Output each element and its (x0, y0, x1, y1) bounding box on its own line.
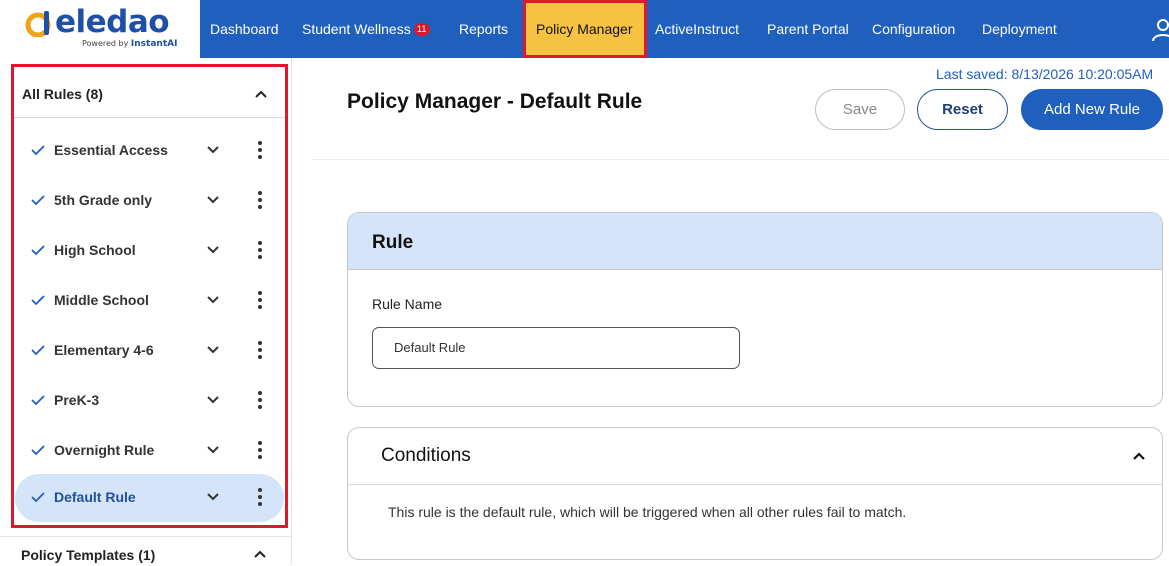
top-bar: eledao Powered by InstantAI Dashboard St… (0, 0, 1169, 58)
check-icon (31, 345, 45, 356)
save-button[interactable]: Save (815, 89, 905, 130)
rule-item-elementary-4-6[interactable]: Elementary 4-6 (14, 327, 285, 375)
all-rules-header[interactable]: All Rules (8) (14, 67, 285, 118)
brand-logo[interactable]: eledao Powered by InstantAI (0, 0, 200, 58)
rule-item-prek-3[interactable]: PreK-3 (14, 377, 285, 425)
chevron-down-icon[interactable] (206, 245, 220, 255)
check-icon (31, 492, 45, 503)
chevron-up-icon[interactable] (253, 549, 267, 559)
rule-name-input[interactable]: Default Rule (372, 327, 740, 369)
rule-item-middle-school[interactable]: Middle School (14, 277, 285, 325)
kebab-menu-icon[interactable] (258, 488, 262, 506)
main-nav: Dashboard Student Wellness 11 Reports Pol… (200, 0, 1169, 58)
check-icon (31, 295, 45, 306)
chevron-down-icon[interactable] (206, 145, 220, 155)
policy-templates-header[interactable]: Policy Templates (1) (0, 536, 292, 566)
rule-label: Middle School (54, 292, 149, 308)
rule-label: Default Rule (54, 489, 136, 505)
kebab-menu-icon[interactable] (258, 141, 262, 159)
last-saved-status: Last saved: 8/13/2026 10:20:05AM (936, 66, 1154, 82)
rule-item-default-rule[interactable]: Default Rule (14, 474, 285, 522)
kebab-menu-icon[interactable] (258, 191, 262, 209)
check-icon (31, 145, 45, 156)
page-title: Policy Manager - Default Rule (347, 90, 643, 113)
chevron-down-icon[interactable] (206, 445, 220, 455)
conditions-card-title: Conditions (381, 445, 471, 466)
chevron-down-icon[interactable] (206, 345, 220, 355)
rules-sidebar: All Rules (8) Essential Access 5th Grade… (0, 58, 292, 565)
rule-item-essential-access[interactable]: Essential Access (14, 127, 285, 175)
brand-name: eledao (55, 4, 170, 40)
nav-parent-portal[interactable]: Parent Portal (767, 0, 849, 58)
rule-label: Elementary 4-6 (54, 342, 154, 358)
check-icon (31, 445, 45, 456)
kebab-menu-icon[interactable] (258, 291, 262, 309)
add-new-rule-button[interactable]: Add New Rule (1021, 89, 1163, 130)
nav-dashboard[interactable]: Dashboard (210, 0, 279, 58)
conditions-card-header[interactable]: Conditions (348, 428, 1162, 485)
chevron-up-icon[interactable] (1132, 451, 1146, 461)
nav-policy-manager[interactable]: Policy Manager (523, 0, 647, 58)
chevron-down-icon[interactable] (206, 195, 220, 205)
divider (312, 159, 1169, 160)
nav-reports[interactable]: Reports (459, 0, 508, 58)
check-icon (31, 245, 45, 256)
all-rules-panel: All Rules (8) Essential Access 5th Grade… (11, 64, 288, 528)
kebab-menu-icon[interactable] (258, 441, 262, 459)
policy-templates-title: Policy Templates (1) (21, 547, 156, 563)
chevron-up-icon[interactable] (254, 89, 268, 99)
conditions-card: Conditions This rule is the default rule… (347, 427, 1163, 560)
reset-button[interactable]: Reset (917, 89, 1008, 130)
rule-item-overnight-rule[interactable]: Overnight Rule (14, 427, 285, 475)
rule-card-title: Rule (372, 232, 414, 253)
rule-label: Essential Access (54, 142, 168, 158)
user-icon[interactable] (1150, 18, 1169, 42)
eledao-logo-icon (25, 11, 51, 37)
rule-item-5th-grade-only[interactable]: 5th Grade only (14, 177, 285, 225)
rule-label: Overnight Rule (54, 442, 155, 458)
check-icon (31, 195, 45, 206)
chevron-down-icon[interactable] (206, 395, 220, 405)
rule-label: High School (54, 242, 136, 258)
nav-activeinstruct[interactable]: ActiveInstruct (655, 0, 739, 58)
kebab-menu-icon[interactable] (258, 391, 262, 409)
rule-label: 5th Grade only (54, 192, 153, 208)
kebab-menu-icon[interactable] (258, 341, 262, 359)
nav-student-wellness-label: Student Wellness (302, 21, 411, 37)
all-rules-title: All Rules (8) (22, 86, 103, 102)
check-icon (31, 395, 45, 406)
nav-student-wellness[interactable]: Student Wellness 11 (302, 0, 430, 58)
chevron-down-icon[interactable] (206, 295, 220, 305)
rule-item-high-school[interactable]: High School (14, 227, 285, 275)
rule-name-label: Rule Name (372, 296, 443, 312)
rule-label: PreK-3 (54, 392, 100, 408)
notification-badge: 11 (413, 23, 430, 36)
conditions-description: This rule is the default rule, which wil… (388, 504, 907, 520)
chevron-down-icon[interactable] (206, 492, 220, 502)
rule-card-header: Rule (348, 213, 1162, 270)
powered-by: Powered by InstantAI (82, 39, 178, 49)
nav-configuration[interactable]: Configuration (872, 0, 955, 58)
rule-card: Rule Rule Name Default Rule (347, 212, 1163, 407)
kebab-menu-icon[interactable] (258, 241, 262, 259)
nav-deployment[interactable]: Deployment (982, 0, 1057, 58)
